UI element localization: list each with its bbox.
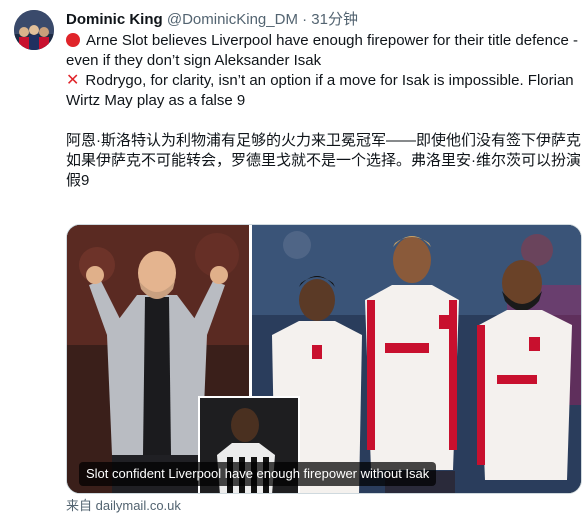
source-domain[interactable]: dailymail.co.uk bbox=[96, 498, 181, 513]
red-circle-icon bbox=[66, 33, 80, 47]
tweet-body: Arne Slot believes Liverpool have enough… bbox=[66, 31, 582, 191]
avatar-image bbox=[14, 10, 54, 50]
separator-dot: · bbox=[302, 11, 308, 28]
media-caption: Slot confident Liverpool have enough fir… bbox=[79, 462, 437, 486]
tweet-media[interactable]: Slot confident Liverpool have enough fir… bbox=[66, 224, 582, 494]
link-source[interactable]: 来自 dailymail.co.uk bbox=[66, 498, 181, 514]
source-prefix: 来自 bbox=[66, 498, 93, 513]
author-handle[interactable]: @DominicKing_DM bbox=[167, 11, 298, 28]
author-name[interactable]: Dominic King bbox=[66, 11, 163, 28]
cross-mark-icon: ✕ bbox=[66, 72, 80, 89]
tweet-header: Dominic King @DominicKing_DM · 31分钟 bbox=[66, 10, 358, 29]
media-image bbox=[67, 225, 581, 493]
tweet-line-1: Arne Slot believes Liverpool have enough… bbox=[66, 31, 582, 71]
tweet-line-2-text: Rodrygo, for clarity, isn’t an option if… bbox=[66, 72, 574, 109]
tweet-translation: 阿恩·斯洛特认为利物浦有足够的火力来卫冕冠军——即使他们没有签下伊萨克如果伊萨克… bbox=[66, 132, 581, 189]
avatar[interactable] bbox=[14, 10, 54, 50]
tweet-time[interactable]: 31分钟 bbox=[311, 11, 358, 28]
tweet-line-2: ✕ Rodrygo, for clarity, isn’t an option i… bbox=[66, 71, 582, 111]
tweet-line-1-text: Arne Slot believes Liverpool have enough… bbox=[66, 32, 578, 69]
